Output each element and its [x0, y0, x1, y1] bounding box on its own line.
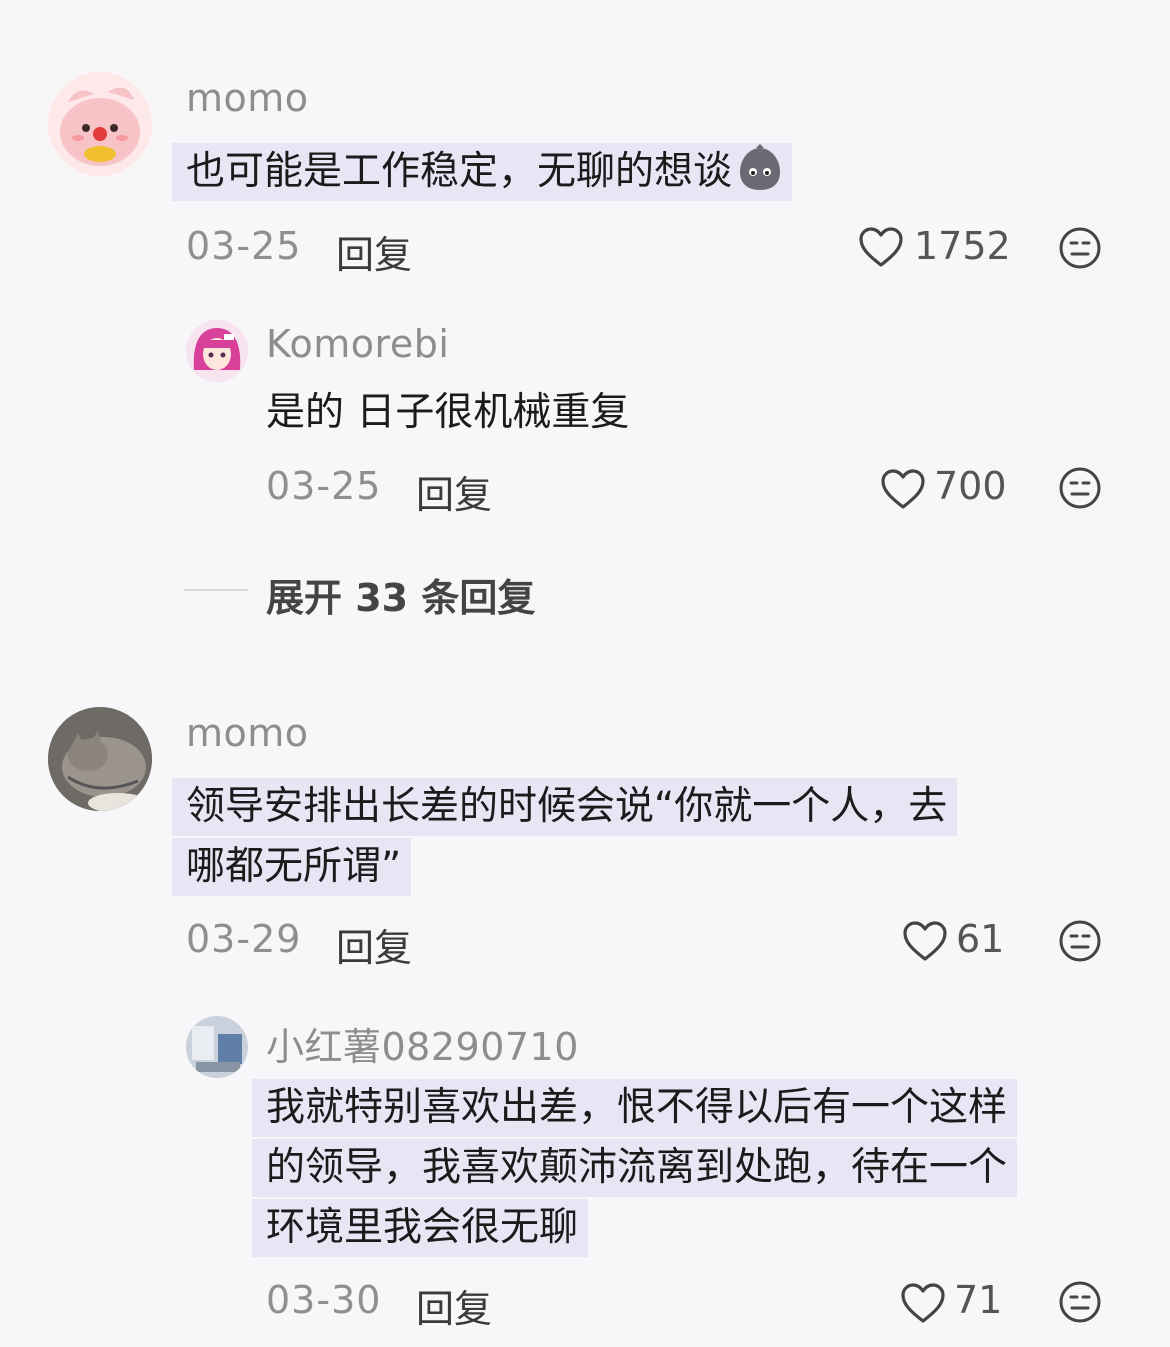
reply-date: 03-25	[266, 464, 382, 508]
comment-username[interactable]: momo	[186, 711, 309, 755]
reply-button[interactable]: 回复	[416, 464, 492, 519]
expand-replies-button[interactable]: 展开 33 条回复	[266, 567, 535, 622]
like-count: 61	[956, 917, 1005, 961]
comment-text-line: 领导安排出长差的时候会说“你就一个人，去	[172, 778, 958, 836]
photo-avatar-icon	[186, 1016, 248, 1078]
like-count: 71	[954, 1278, 1003, 1322]
angry-ghost-emoji-icon	[740, 144, 781, 190]
heart-outline-icon[interactable]	[858, 226, 904, 268]
reply-button[interactable]: 回复	[336, 917, 412, 972]
avatar[interactable]	[186, 1016, 248, 1078]
comment-text: 也可能是工作稳定，无聊的想谈	[172, 143, 793, 201]
reply-body: 我就特别喜欢出差，恨不得以后有一个这样 的领导，我喜欢颠沛流离到处跑，待在一个 …	[252, 1079, 1018, 1257]
divider-line	[184, 589, 248, 591]
comment-body: 也可能是工作稳定，无聊的想谈	[172, 143, 793, 201]
reply-button[interactable]: 回复	[336, 224, 412, 279]
neutral-face-icon[interactable]	[1058, 466, 1102, 510]
neutral-face-icon[interactable]	[1058, 919, 1102, 963]
reply-text-line: 环境里我会很无聊	[252, 1199, 589, 1257]
avatar[interactable]	[48, 72, 152, 176]
neutral-face-icon[interactable]	[1058, 226, 1102, 270]
like-count: 700	[934, 464, 1007, 508]
reply-text-line: 我就特别喜欢出差，恨不得以后有一个这样	[252, 1079, 1018, 1137]
reply-text-line: 的领导，我喜欢颠沛流离到处跑，待在一个	[252, 1139, 1018, 1197]
heart-outline-icon[interactable]	[880, 468, 926, 510]
like-count: 1752	[914, 224, 1011, 268]
comment-body: 领导安排出长差的时候会说“你就一个人，去 哪都无所谓”	[172, 778, 958, 896]
reply-date: 03-30	[266, 1278, 382, 1322]
comment-text-line: 哪都无所谓”	[172, 838, 412, 896]
avatar[interactable]	[186, 320, 248, 382]
cat-avatar-icon	[48, 707, 152, 811]
reply-username[interactable]: Komorebi	[266, 322, 449, 366]
heart-outline-icon[interactable]	[902, 920, 948, 962]
pig-avatar-icon	[48, 72, 152, 176]
reply-username[interactable]: 小红薯08290710	[266, 1016, 579, 1071]
heart-outline-icon[interactable]	[900, 1282, 946, 1324]
comment-username[interactable]: momo	[186, 76, 309, 120]
comment-date: 03-29	[186, 917, 302, 961]
reply-button[interactable]: 回复	[416, 1278, 492, 1333]
comment-date: 03-25	[186, 224, 302, 268]
neutral-face-icon[interactable]	[1058, 1280, 1102, 1324]
avatar[interactable]	[48, 707, 152, 811]
reply-text: 是的 日子很机械重复	[266, 390, 630, 435]
anime-girl-avatar-icon	[186, 320, 248, 382]
